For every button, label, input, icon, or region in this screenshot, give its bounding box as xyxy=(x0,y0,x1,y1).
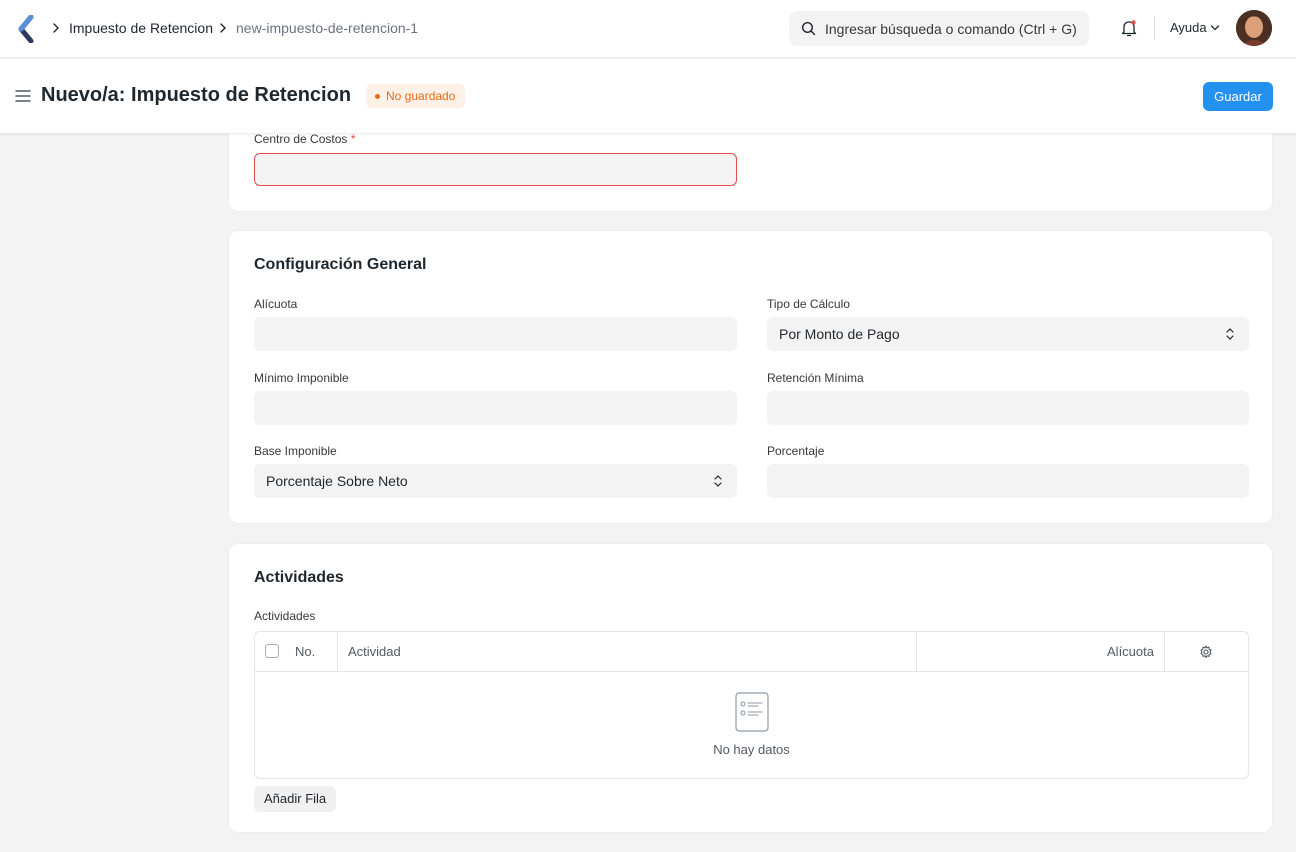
select-arrows-icon xyxy=(1226,328,1234,340)
alicuota-field[interactable] xyxy=(254,317,737,351)
search-input[interactable]: Ingresar búsqueda o comando (Ctrl + G) xyxy=(789,11,1089,46)
column-no: No. xyxy=(295,644,316,659)
section-title-general: Configuración General xyxy=(254,256,427,273)
header-cell-settings xyxy=(1165,632,1248,672)
select-all-checkbox[interactable] xyxy=(265,644,279,658)
empty-list-icon xyxy=(735,692,769,732)
minimo-imponible-label: Mínimo Imponible xyxy=(254,371,349,385)
app-logo-icon[interactable] xyxy=(16,14,36,44)
user-avatar[interactable] xyxy=(1236,10,1272,46)
settings-gear-icon[interactable] xyxy=(1199,645,1213,659)
search-icon xyxy=(801,21,816,36)
base-imponible-label: Base Imponible xyxy=(254,444,337,458)
activities-table: No. Actividad Alícuota No hay datos xyxy=(254,631,1249,779)
alicuota-label: Alícuota xyxy=(254,297,298,311)
tipo-calculo-value: Por Monto de Pago xyxy=(779,326,900,342)
chevron-down-icon[interactable] xyxy=(1210,24,1220,32)
activities-section: Actividades Actividades No. Actividad Al… xyxy=(228,543,1273,833)
minimo-imponible-field[interactable] xyxy=(254,391,737,425)
header-cell-no: No. xyxy=(255,632,338,672)
help-dropdown[interactable]: Ayuda xyxy=(1170,20,1207,36)
breadcrumb-doctype[interactable]: Impuesto de Retencion xyxy=(69,19,213,37)
retencion-minima-label: Retención Mínima xyxy=(767,371,864,385)
cost-center-label: Centro de Costos * xyxy=(254,132,356,146)
select-arrows-icon xyxy=(714,475,722,487)
section-title-activities: Actividades xyxy=(254,569,344,586)
sidebar-toggle-icon[interactable] xyxy=(15,89,31,103)
base-imponible-select[interactable]: Porcentaje Sobre Neto xyxy=(254,464,737,498)
required-indicator: * xyxy=(350,132,356,146)
search-placeholder: Ingresar búsqueda o comando (Ctrl + G) xyxy=(825,21,1077,37)
base-imponible-value: Porcentaje Sobre Neto xyxy=(266,473,408,489)
table-header: No. Actividad Alícuota xyxy=(255,632,1248,672)
page-title: Nuevo/a: Impuesto de Retencion xyxy=(41,84,352,106)
activities-table-label: Actividades xyxy=(254,609,316,623)
header-cell-alicuota: Alícuota xyxy=(917,632,1165,672)
porcentaje-label: Porcentaje xyxy=(767,444,825,458)
porcentaje-field[interactable] xyxy=(767,464,1249,498)
navbar-divider xyxy=(1154,16,1155,40)
navbar: Impuesto de Retencion new-impuesto-de-re… xyxy=(0,0,1296,58)
empty-state-text: No hay datos xyxy=(713,742,790,757)
chevron-right-icon xyxy=(53,23,59,33)
tipo-calculo-label: Tipo de Cálculo xyxy=(767,297,850,311)
page-head: Nuevo/a: Impuesto de Retencion No guarda… xyxy=(0,59,1296,133)
general-config-section: Configuración General Alícuota Tipo de C… xyxy=(228,230,1273,524)
add-row-button[interactable]: Añadir Fila xyxy=(254,786,337,812)
cost-center-field[interactable] xyxy=(254,153,737,186)
chevron-right-icon xyxy=(220,23,226,33)
notification-bell-icon[interactable] xyxy=(1119,18,1139,38)
retencion-minima-field[interactable] xyxy=(767,391,1249,425)
tipo-calculo-select[interactable]: Por Monto de Pago xyxy=(767,317,1249,351)
column-alicuota: Alícuota xyxy=(1107,644,1154,659)
column-actividad: Actividad xyxy=(348,644,401,659)
breadcrumb-document[interactable]: new-impuesto-de-retencion-1 xyxy=(236,19,418,37)
save-button[interactable]: Guardar xyxy=(1203,82,1273,111)
status-badge: No guardado xyxy=(366,84,466,108)
header-cell-actividad: Actividad xyxy=(338,632,917,672)
